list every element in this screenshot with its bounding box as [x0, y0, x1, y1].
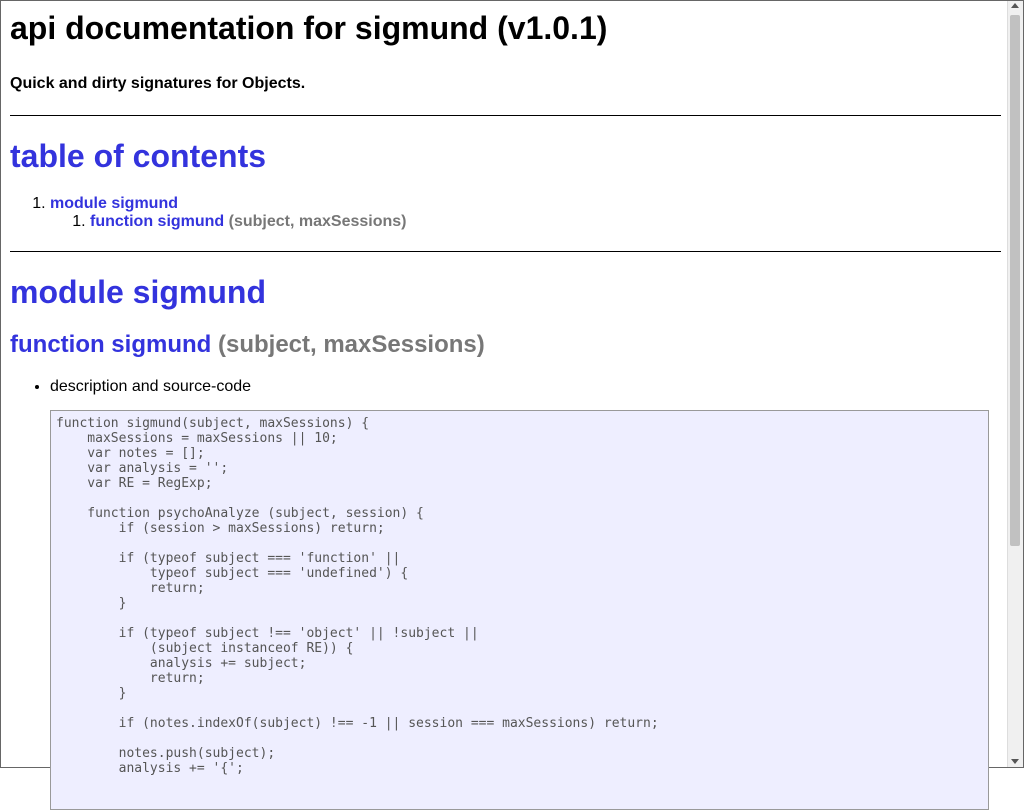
toc-sublist: function sigmund (subject, maxSessions) [50, 213, 1001, 231]
function-name: function sigmund [10, 331, 212, 358]
page-subtitle: Quick and dirty signatures for Objects. [10, 75, 306, 92]
toc-heading: table of contents [10, 138, 267, 174]
vertical-scrollbar[interactable] [1007, 1, 1023, 767]
description-list: description and source-code [10, 377, 1001, 397]
toc-link-function[interactable]: function sigmund [90, 213, 224, 230]
toc-item-function: function sigmund (subject, maxSessions) [90, 213, 1001, 231]
toc-item-module: module sigmund function sigmund (subject… [50, 195, 1001, 231]
module-heading: module sigmund [10, 274, 266, 310]
toc-function-signature: (subject, maxSessions) [228, 213, 407, 230]
function-heading: function sigmund (subject, maxSessions) [10, 331, 1001, 359]
description-item: description and source-code [50, 377, 1001, 397]
scroll-up-arrow-icon[interactable] [1011, 3, 1019, 8]
toc-list: module sigmund function sigmund (subject… [10, 195, 1001, 231]
page-content: api documentation for sigmund (v1.0.1) Q… [10, 1, 1001, 810]
scroll-down-arrow-icon[interactable] [1011, 759, 1019, 764]
divider [10, 115, 1001, 116]
source-code-block: function sigmund(subject, maxSessions) {… [50, 410, 989, 810]
page-title: api documentation for sigmund (v1.0.1) [10, 10, 608, 46]
divider [10, 251, 1001, 252]
toc-link-module[interactable]: module sigmund [50, 195, 178, 212]
function-signature: (subject, maxSessions) [217, 331, 485, 358]
scrollbar-thumb[interactable] [1010, 15, 1020, 546]
